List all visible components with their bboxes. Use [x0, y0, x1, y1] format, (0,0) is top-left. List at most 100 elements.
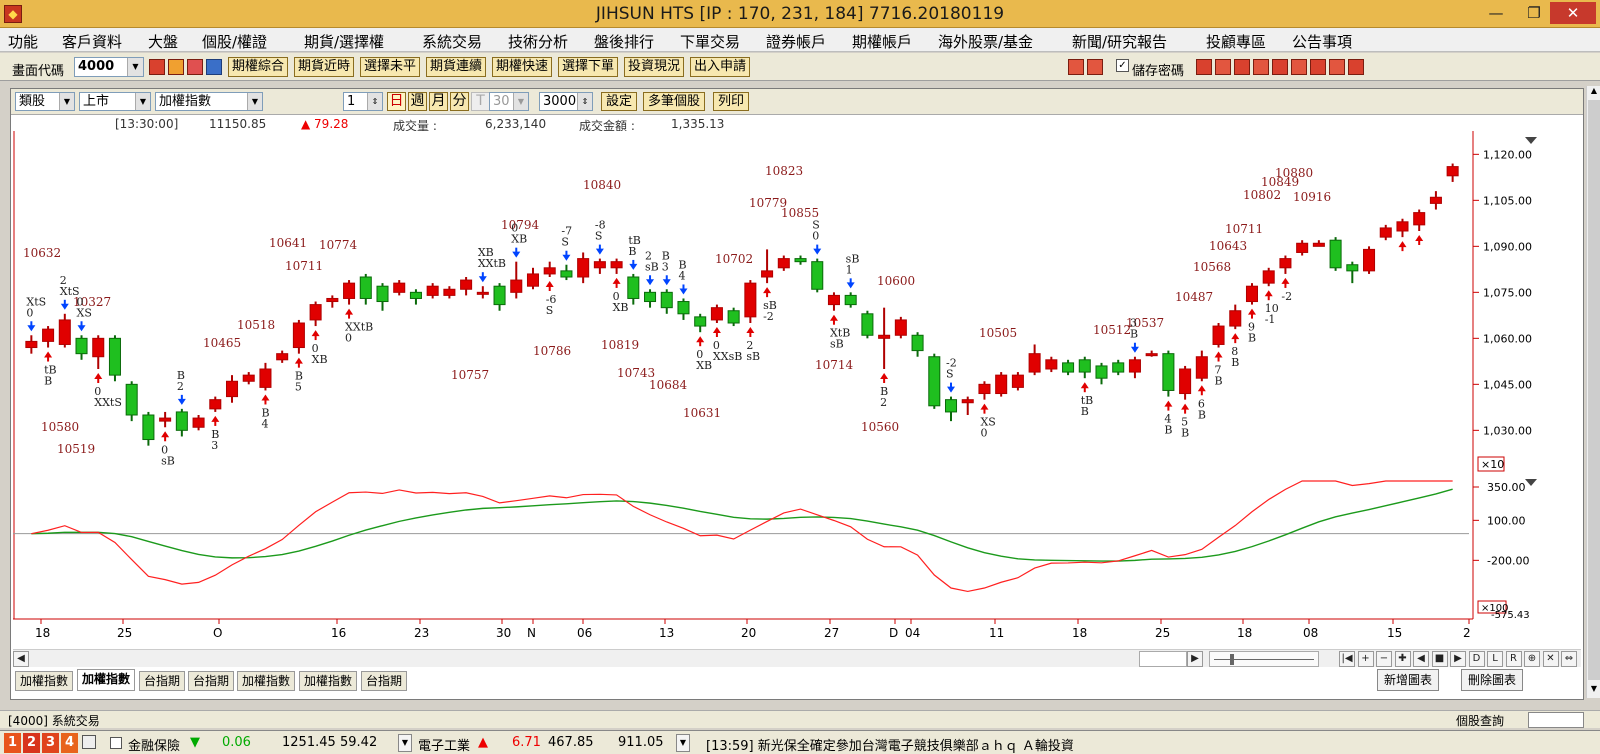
zoom-out-icon[interactable]: −: [1376, 651, 1392, 667]
menu-item[interactable]: 大盤: [148, 31, 178, 52]
menu-item[interactable]: 客戶資料: [62, 31, 122, 52]
expand-icon[interactable]: ⇔: [1561, 651, 1577, 667]
zoom-slider[interactable]: [1209, 651, 1319, 667]
count-spinner[interactable]: 30000 ⇕: [539, 92, 593, 111]
chart-toolbar-button[interactable]: 列印: [713, 92, 750, 111]
stock-query-input[interactable]: [1528, 712, 1584, 728]
menu-item[interactable]: 投顧專區: [1206, 31, 1266, 52]
maximize-button[interactable]: ❐: [1514, 2, 1554, 24]
menu-item[interactable]: 期貨/選擇權: [304, 31, 384, 52]
edit-icon[interactable]: [1215, 59, 1231, 75]
ticker-page-tab[interactable]: 4: [61, 733, 78, 753]
period-button[interactable]: 月: [429, 92, 448, 111]
chevron-down-icon[interactable]: ▼: [59, 93, 74, 110]
chart-tab[interactable]: 加權指數: [237, 671, 296, 691]
menu-item[interactable]: 證券帳戶: [766, 31, 826, 52]
menu-item[interactable]: 系統交易: [422, 31, 482, 52]
chart-tab[interactable]: 台指期: [361, 671, 408, 691]
period-button[interactable]: 分: [450, 92, 469, 111]
spinner-icon[interactable]: ⇕: [577, 93, 592, 110]
menu-item[interactable]: 新聞/研究報告: [1072, 31, 1167, 52]
toolbar-button[interactable]: 期權快速: [492, 57, 553, 77]
toolbar-button[interactable]: 期貨連續: [426, 57, 487, 77]
first-icon[interactable]: |◀: [1339, 651, 1355, 667]
osc-axis-dropdown-icon[interactable]: [1525, 479, 1537, 486]
category-select[interactable]: 類股 ▼: [15, 92, 75, 111]
arrow-right-icon[interactable]: [1087, 59, 1103, 75]
period-button[interactable]: 週: [408, 92, 427, 111]
print-icon[interactable]: [1234, 59, 1250, 75]
close-icon[interactable]: ✕: [1542, 651, 1559, 667]
toolbar-button[interactable]: 期權綜合: [228, 57, 289, 77]
scroll-thumb[interactable]: [1588, 100, 1600, 680]
chart-tab[interactable]: 加權指數: [77, 669, 136, 691]
chart-tab[interactable]: 台指期: [139, 671, 186, 691]
chart-tab[interactable]: 加權指數: [299, 671, 358, 691]
chart-toolbar-button[interactable]: 多筆個股: [643, 92, 706, 111]
pen-icon[interactable]: [1196, 59, 1212, 75]
menu-item[interactable]: 功能: [8, 31, 38, 52]
note-icon[interactable]: [1272, 59, 1288, 75]
menu-item[interactable]: 技術分析: [508, 31, 568, 52]
chevron-down-icon[interactable]: ▼: [398, 734, 412, 752]
crosshair-icon[interactable]: ✚: [1394, 651, 1411, 667]
dropdown-icon[interactable]: [206, 59, 222, 75]
minutes-select[interactable]: 30 ▼: [489, 92, 529, 111]
period-button[interactable]: 日: [387, 92, 406, 111]
menu-item[interactable]: 下單交易: [680, 31, 740, 52]
toolbar-button[interactable]: 選擇下單: [558, 57, 619, 77]
calendar-icon[interactable]: [187, 59, 203, 75]
news-ticker[interactable]: [13:59] 新光保全確定參加台灣電子競技俱樂部ａｈｑ Ａ輪投資: [706, 735, 1074, 754]
lock-icon[interactable]: [82, 735, 96, 749]
toolbar-button[interactable]: 選擇未平: [360, 57, 421, 77]
scroll-left-button[interactable]: ◀: [13, 651, 29, 667]
link-icon[interactable]: [1291, 59, 1307, 75]
line-icon[interactable]: L: [1487, 651, 1503, 667]
folder-icon[interactable]: [168, 59, 184, 75]
layout-icon[interactable]: [1348, 59, 1364, 75]
chevron-down-icon[interactable]: ▼: [127, 58, 143, 76]
index-select[interactable]: 加權指數 ▼: [155, 92, 263, 111]
market-select[interactable]: 上市 ▼: [79, 92, 151, 111]
scroll-right-button[interactable]: ▶: [1187, 651, 1203, 667]
scroll-down-icon[interactable]: ▼: [1588, 684, 1600, 696]
price-axis-dropdown-icon[interactable]: [1525, 137, 1537, 144]
menu-item[interactable]: 公告事項: [1292, 31, 1352, 52]
day-icon[interactable]: D: [1468, 651, 1485, 667]
arrow-left-icon[interactable]: [1068, 59, 1084, 75]
chevron-down-icon[interactable]: ▼: [513, 93, 528, 110]
ticker-checkbox[interactable]: [110, 737, 122, 749]
price-chart[interactable]: 1,120.00 1,105.00 1,090.00 1,075.00 1,060.00…: [13, 131, 1579, 645]
chart-tab[interactable]: 台指期: [188, 671, 235, 691]
prev-icon[interactable]: ◀: [1413, 651, 1429, 667]
scroll-up-icon[interactable]: ▲: [1588, 86, 1600, 98]
stop-icon[interactable]: ■: [1431, 651, 1448, 667]
play-icon[interactable]: ▶: [1450, 651, 1466, 667]
chart-tab[interactable]: 加權指數: [15, 671, 74, 691]
zoom-in-icon[interactable]: +: [1357, 651, 1374, 667]
chevron-down-icon[interactable]: ▼: [676, 734, 690, 752]
period-button[interactable]: T: [471, 92, 490, 111]
ticker-page-tab[interactable]: 1: [4, 733, 21, 753]
zoom-slider-thumb[interactable]: [1230, 654, 1234, 665]
minimize-button[interactable]: —: [1476, 2, 1516, 24]
close-button[interactable]: ✕: [1550, 2, 1596, 24]
menu-item[interactable]: 盤後排行: [594, 31, 654, 52]
toolbar-button[interactable]: 期貨近時: [294, 57, 355, 77]
menu-item[interactable]: 海外股票/基金: [938, 31, 1033, 52]
step-spinner[interactable]: 1 ⇕: [343, 92, 383, 111]
screen-code-combo[interactable]: 4000 ▼: [74, 57, 144, 77]
reset-icon[interactable]: R: [1505, 651, 1522, 667]
vertical-scrollbar[interactable]: ▲ ▼: [1586, 86, 1600, 698]
delete-chart-button[interactable]: 刪除圖表: [1461, 669, 1524, 691]
save-password-checkbox[interactable]: ✓: [1116, 59, 1129, 72]
ticker-page-tab[interactable]: 3: [42, 733, 59, 753]
toolbar-button[interactable]: 出入申請: [690, 57, 751, 77]
spinner-icon[interactable]: ⇕: [367, 93, 382, 110]
chart-toolbar-button[interactable]: 設定: [601, 92, 638, 111]
toolbar-button[interactable]: 投資現況: [624, 57, 685, 77]
scroll-track[interactable]: [1139, 651, 1187, 667]
save-icon[interactable]: [1329, 59, 1345, 75]
image-icon[interactable]: [1310, 59, 1326, 75]
chevron-down-icon[interactable]: ▼: [247, 93, 262, 110]
